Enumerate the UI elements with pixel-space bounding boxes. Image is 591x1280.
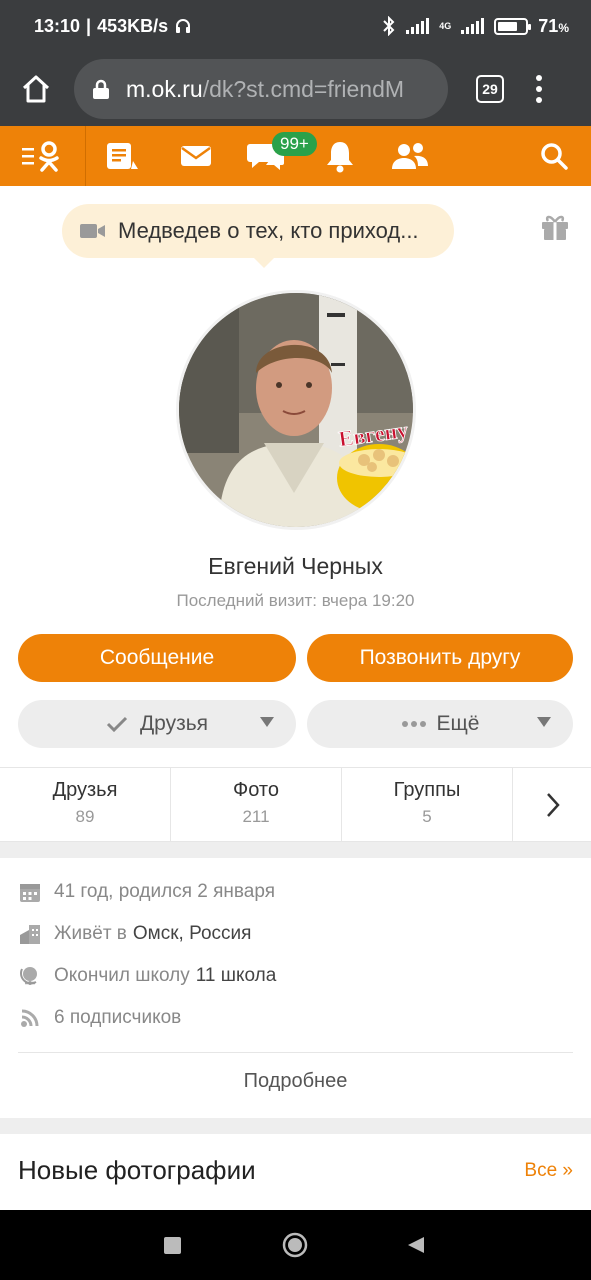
- tab-switcher-button[interactable]: 29: [476, 75, 504, 103]
- rss-icon: [21, 1009, 39, 1027]
- bell-icon: [327, 142, 353, 173]
- browser-toolbar: m.ok.ru/dk?st.cmd=friendM 29: [0, 52, 591, 126]
- status-bubble[interactable]: Медведев о тех, кто приход...: [62, 204, 454, 268]
- stat-count: 89: [75, 807, 95, 826]
- info-age-text: 41 год, родился 2 января: [54, 881, 276, 902]
- last-visit: Последний визит: вчера 19:20: [176, 591, 415, 610]
- cell-signal-icon: [461, 18, 485, 34]
- building-icon: [20, 925, 40, 944]
- dropdown-caret-icon: [260, 717, 274, 727]
- toolbar-menu-button[interactable]: [16, 126, 66, 186]
- stat-count: 5: [422, 807, 432, 826]
- status-separator: |: [86, 15, 92, 36]
- url-text: m.ok.ru/dk?st.cmd=friendM: [126, 75, 405, 102]
- dropdown-caret-icon: [537, 717, 551, 727]
- stat-label: Друзья: [52, 779, 118, 801]
- friends-status-button[interactable]: Друзья: [18, 700, 296, 748]
- screen: 13:10 | 453KB/s 4G 71% m.ok.ru/dk?st.cmd…: [0, 0, 591, 1280]
- stat-friends[interactable]: Друзья 89: [0, 768, 171, 842]
- info-location-prefix: Живёт в: [54, 923, 127, 944]
- info-location: Живёт в Омск, Россия: [18, 919, 251, 949]
- stat-photos[interactable]: Фото 211: [171, 768, 342, 842]
- chevron-right-icon: [546, 793, 560, 817]
- new-photos-all-link[interactable]: Все »: [524, 1160, 573, 1182]
- headphones-icon: [176, 19, 191, 33]
- feed-icon: [107, 143, 138, 169]
- battery-icon: [494, 17, 532, 35]
- network-speed: 453KB/s: [97, 15, 169, 36]
- info-school: Окончил школу 11 школа: [18, 961, 276, 991]
- status-bar: 13:10 | 453KB/s 4G 71%: [0, 0, 591, 52]
- bluetooth-icon: [383, 16, 395, 36]
- address-bar[interactable]: m.ok.ru/dk?st.cmd=friendM: [74, 59, 448, 119]
- stat-groups[interactable]: Группы 5: [342, 768, 513, 842]
- call-friend-button[interactable]: Позвонить другу: [307, 634, 573, 682]
- system-nav-bar: [0, 1210, 591, 1280]
- wifi-signal-icon: [406, 18, 430, 34]
- call-friend-button-label: Позвонить другу: [359, 646, 521, 669]
- toolbar-divider: [85, 126, 86, 186]
- info-school-value[interactable]: 11 школа: [196, 965, 277, 987]
- stat-label: Фото: [233, 779, 279, 801]
- section-separator: [0, 1118, 591, 1134]
- stats-next-button[interactable]: [514, 768, 591, 842]
- profile-avatar[interactable]: Евгену: [176, 290, 416, 530]
- ok-toolbar: 99+: [0, 126, 591, 186]
- new-photos-title: Новые фотографии: [18, 1155, 256, 1185]
- home-button[interactable]: [16, 69, 56, 109]
- search-icon: [541, 143, 568, 170]
- browser-menu-button[interactable]: [534, 75, 544, 103]
- friends-icon: [392, 143, 428, 169]
- checkmark-icon: [106, 716, 127, 733]
- chat-badge: 99+: [272, 132, 317, 156]
- section-separator: [0, 842, 591, 858]
- profile-stats: Друзья 89 Фото 211 Группы 5: [0, 767, 591, 842]
- ellipsis-icon: [401, 721, 426, 727]
- stat-label: Группы: [393, 779, 461, 801]
- toolbar-mail-button[interactable]: [176, 126, 216, 186]
- info-divider: [18, 1052, 573, 1053]
- globe-icon: [20, 967, 37, 985]
- mail-icon: [181, 146, 211, 166]
- more-actions-label: Ещё: [436, 712, 480, 735]
- more-details-link[interactable]: Подробнее: [0, 1070, 591, 1093]
- avatar-photo: Евгену: [179, 293, 413, 527]
- toolbar-notifications-button[interactable]: [320, 126, 360, 186]
- video-camera-icon: [80, 224, 105, 238]
- profile-name: Евгений Черных: [208, 553, 383, 579]
- friends-status-label: Друзья: [139, 712, 209, 735]
- toolbar-friends-button[interactable]: [388, 126, 432, 186]
- status-text: Медведев о тех, кто приход...: [118, 218, 419, 243]
- back-nav-icon[interactable]: [406, 1235, 426, 1255]
- gift-icon[interactable]: [540, 212, 570, 242]
- lock-icon: [93, 79, 109, 99]
- network-type: 4G: [439, 20, 452, 31]
- stat-count: 211: [242, 807, 270, 826]
- more-actions-button[interactable]: Ещё: [307, 700, 573, 748]
- home-nav-icon[interactable]: [282, 1232, 308, 1258]
- info-age: 41 год, родился 2 января: [18, 877, 275, 907]
- message-button-label: Сообщение: [99, 646, 215, 669]
- calendar-icon: [20, 884, 40, 902]
- toolbar-feed-button[interactable]: [102, 126, 142, 186]
- battery-percent: 71%: [538, 15, 569, 36]
- info-subscribers[interactable]: 6 подписчиков: [18, 1003, 181, 1033]
- info-location-value[interactable]: Омск, Россия: [133, 923, 252, 945]
- info-school-prefix: Окончил школу: [54, 965, 190, 986]
- info-subscribers-text: 6 подписчиков: [54, 1007, 182, 1028]
- home-icon: [22, 75, 50, 103]
- status-time: 13:10: [34, 15, 81, 36]
- menu-icon: [22, 141, 59, 172]
- message-button[interactable]: Сообщение: [18, 634, 296, 682]
- recent-apps-icon[interactable]: [164, 1237, 181, 1254]
- toolbar-search-button[interactable]: [534, 126, 574, 186]
